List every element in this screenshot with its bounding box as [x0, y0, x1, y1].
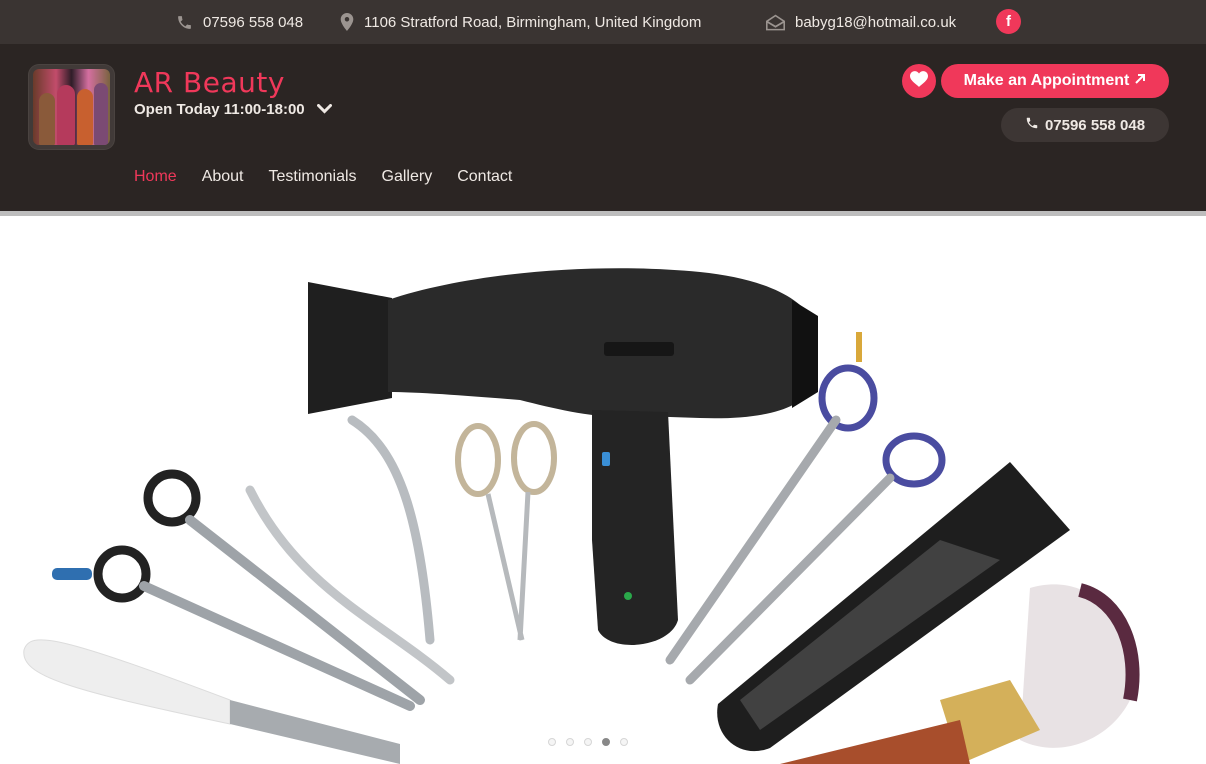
business-logo[interactable] [29, 65, 114, 149]
envelope-icon [766, 14, 785, 31]
external-arrow-icon [1134, 72, 1146, 90]
chevron-down-icon [316, 101, 332, 118]
hero-slider[interactable] [0, 216, 1206, 764]
nav-item-about[interactable]: About [202, 168, 244, 186]
nav-item-testimonials[interactable]: Testimonials [269, 168, 357, 186]
phone-icon [176, 14, 193, 31]
slider-dot[interactable] [548, 738, 556, 746]
top-contact-bar: 07596 558 048 1106 Stratford Road, Birmi… [0, 0, 1206, 44]
topbar-phone-text: 07596 558 048 [203, 13, 304, 31]
hero-image [23, 268, 1140, 764]
phone-icon [1025, 116, 1039, 134]
slider-dot-active[interactable] [602, 738, 610, 746]
logo-photo [33, 69, 110, 145]
slider-dot[interactable] [620, 738, 628, 746]
small-scissors-image [455, 421, 557, 641]
map-pin-icon [340, 13, 354, 31]
business-name[interactable]: AR Beauty [134, 66, 285, 99]
facebook-icon[interactable]: f [996, 9, 1021, 34]
nail-file-image [23, 639, 400, 764]
make-appointment-button[interactable]: Make an Appointment [941, 64, 1169, 98]
call-button[interactable]: 07596 558 048 [1001, 108, 1169, 142]
heart-icon [910, 70, 928, 92]
nav-item-gallery[interactable]: Gallery [382, 168, 433, 186]
topbar-email-text: babyg18@hotmail.co.uk [795, 13, 957, 31]
appointment-label: Make an Appointment [963, 72, 1130, 89]
opening-hours-text: Open Today 11:00-18:00 [134, 101, 305, 118]
topbar-address[interactable]: 1106 Stratford Road, Birmingham, United … [340, 0, 701, 44]
main-navigation: Home About Testimonials Gallery Contact [134, 168, 512, 186]
call-button-label: 07596 558 048 [1044, 116, 1146, 134]
topbar-address-text: 1106 Stratford Road, Birmingham, United … [364, 13, 702, 31]
slider-dots [548, 738, 628, 746]
slider-dot[interactable] [584, 738, 592, 746]
opening-hours-toggle[interactable]: Open Today 11:00-18:00 [134, 101, 332, 118]
topbar-email[interactable]: babyg18@hotmail.co.uk [766, 0, 956, 44]
nav-item-home[interactable]: Home [134, 168, 177, 186]
favorite-button[interactable] [902, 64, 936, 98]
slider-dot[interactable] [566, 738, 574, 746]
topbar-phone[interactable]: 07596 558 048 [176, 0, 303, 44]
nav-item-contact[interactable]: Contact [457, 168, 512, 186]
